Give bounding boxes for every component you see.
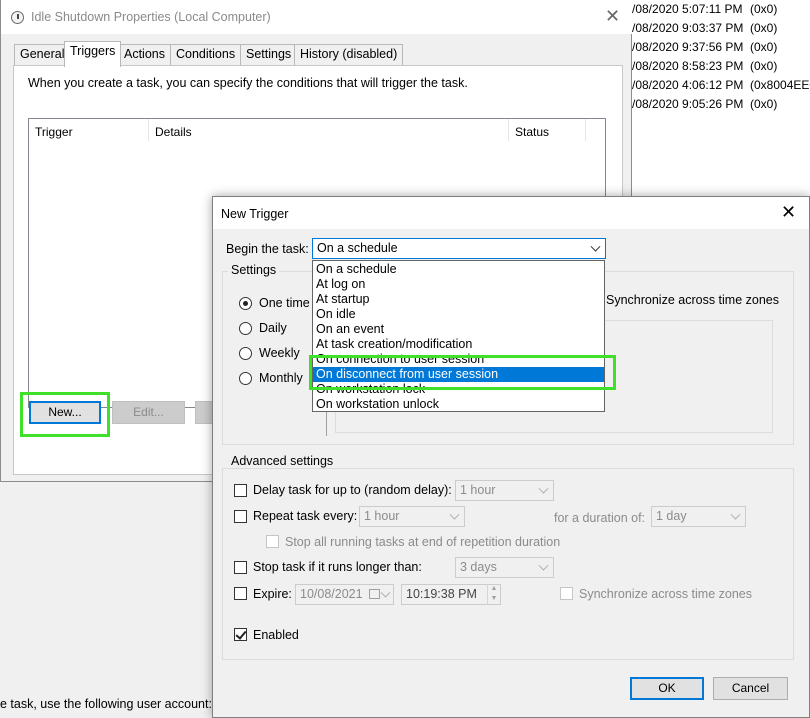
close-icon[interactable]: ✕ xyxy=(605,7,620,25)
one-time-label[interactable]: One time xyxy=(259,296,310,310)
weekly-radio[interactable] xyxy=(239,347,252,360)
column-trigger[interactable]: Trigger xyxy=(35,125,73,139)
duration-select[interactable]: 1 day xyxy=(651,506,746,527)
spin-down-icon[interactable]: ▼ xyxy=(488,594,500,604)
edit-trigger-button[interactable]: Edit... xyxy=(112,401,185,424)
history-date: /08/2020 4:06:12 PM xyxy=(632,78,744,92)
tab-actions[interactable]: Actions xyxy=(118,44,171,65)
history-code: (0x0) xyxy=(750,40,778,54)
chevron-down-icon xyxy=(538,560,549,571)
close-icon[interactable]: ✕ xyxy=(781,203,796,221)
tab-triggers[interactable]: Triggers xyxy=(64,41,122,67)
history-date: /08/2020 8:58:23 PM xyxy=(632,59,744,73)
weekly-label[interactable]: Weekly xyxy=(259,346,300,360)
tab-conditions[interactable]: Conditions xyxy=(170,44,242,65)
chevron-down-icon xyxy=(730,509,741,520)
delay-task-checkbox[interactable] xyxy=(234,484,247,497)
delay-value: 1 hour xyxy=(460,483,496,497)
dropdown-option[interactable]: On a schedule xyxy=(313,262,604,277)
duration-value: 1 day xyxy=(656,509,687,523)
stop-if-longer-value: 3 days xyxy=(460,560,497,574)
properties-title: Idle Shutdown Properties (Local Computer… xyxy=(31,10,271,24)
task-clock-icon xyxy=(11,11,24,24)
duration-label: for a duration of: xyxy=(554,511,646,525)
enabled-label[interactable]: Enabled xyxy=(253,628,299,642)
dropdown-option[interactable]: On workstation unlock xyxy=(313,397,604,412)
tab-settings[interactable]: Settings xyxy=(240,44,298,65)
background-account-text: e task, use the following user account: xyxy=(0,697,212,711)
column-status[interactable]: Status xyxy=(515,125,549,139)
history-code: (0x0) xyxy=(750,97,778,111)
new-button-highlight xyxy=(20,392,110,437)
one-time-radio[interactable] xyxy=(239,297,252,310)
history-code: (0x0) xyxy=(750,21,778,35)
dropdown-option[interactable]: At task creation/modification xyxy=(313,337,604,352)
column-details[interactable]: Details xyxy=(155,125,192,139)
spin-up-icon[interactable]: ▲ xyxy=(488,584,500,594)
expire-time-picker[interactable]: 10:19:38 PM ▲ ▼ xyxy=(401,584,501,605)
dialog-title: New Trigger xyxy=(221,207,289,221)
expire-checkbox[interactable] xyxy=(234,587,247,600)
expire-sync-label[interactable]: Synchronize across time zones xyxy=(579,587,752,601)
repeat-task-checkbox[interactable] xyxy=(234,510,247,523)
repeat-interval-value: 1 hour xyxy=(364,509,400,523)
history-code: (0x8004EE04 xyxy=(750,78,810,92)
expire-date-picker[interactable]: 10/08/2021 xyxy=(295,584,394,605)
properties-titlebar: Idle Shutdown Properties (Local Computer… xyxy=(1,0,632,34)
triggers-description: When you create a task, you can specify … xyxy=(28,76,468,90)
column-separator xyxy=(508,119,509,141)
expire-date-value: 10/08/2021 xyxy=(300,587,363,601)
history-date: /08/2020 5:07:11 PM xyxy=(632,2,743,16)
tab-general[interactable]: General xyxy=(14,44,71,65)
column-separator xyxy=(148,119,149,141)
expire-label[interactable]: Expire: xyxy=(253,587,292,601)
dropdown-option[interactable]: On an event xyxy=(313,322,604,337)
cancel-button[interactable]: Cancel xyxy=(713,677,788,700)
sync-time-zones-label[interactable]: Synchronize across time zones xyxy=(606,293,779,307)
advanced-settings-caption: Advanced settings xyxy=(228,454,337,468)
settings-caption: Settings xyxy=(228,263,280,277)
chevron-down-icon xyxy=(380,587,391,598)
expire-time-value: 10:19:38 PM xyxy=(406,587,477,601)
stop-if-longer-checkbox[interactable] xyxy=(234,561,247,574)
dropdown-option[interactable]: At log on xyxy=(313,277,604,292)
dropdown-option[interactable]: At startup xyxy=(313,292,604,307)
stop-if-longer-select[interactable]: 3 days xyxy=(455,557,554,578)
begin-task-value: On a schedule xyxy=(317,241,398,255)
repeat-task-label[interactable]: Repeat task every: xyxy=(253,509,357,523)
monthly-radio[interactable] xyxy=(239,372,252,385)
chevron-down-icon xyxy=(590,241,601,252)
expire-sync-checkbox[interactable] xyxy=(560,587,573,600)
history-code: (0x0) xyxy=(750,59,778,73)
daily-label[interactable]: Daily xyxy=(259,321,287,335)
begin-task-label: Begin the task: xyxy=(226,242,309,256)
tab-history[interactable]: History (disabled) xyxy=(294,44,404,65)
ok-button[interactable]: OK xyxy=(630,677,704,700)
history-date: /08/2020 9:05:26 PM xyxy=(632,97,744,111)
stop-all-tasks-label[interactable]: Stop all running tasks at end of repetit… xyxy=(285,535,560,549)
dropdown-option[interactable]: On idle xyxy=(313,307,604,322)
dialog-titlebar: New Trigger ✕ xyxy=(213,197,809,229)
history-date: /08/2020 9:03:37 PM xyxy=(632,21,744,35)
history-code: (0x0) xyxy=(750,2,778,16)
chevron-down-icon xyxy=(449,509,460,520)
column-separator xyxy=(585,119,586,141)
enabled-checkbox[interactable] xyxy=(234,628,247,641)
delay-task-label[interactable]: Delay task for up to (random delay): xyxy=(253,483,452,497)
history-date: /08/2020 9:37:56 PM xyxy=(632,40,744,54)
daily-radio[interactable] xyxy=(239,322,252,335)
stop-if-longer-label[interactable]: Stop task if it runs longer than: xyxy=(253,560,422,574)
calendar-icon[interactable] xyxy=(369,589,380,599)
disconnect-option-highlight xyxy=(309,355,616,390)
background-pane xyxy=(0,482,212,718)
delay-select[interactable]: 1 hour xyxy=(455,480,554,501)
time-spinner[interactable]: ▲ ▼ xyxy=(487,584,500,605)
monthly-label[interactable]: Monthly xyxy=(259,371,303,385)
stop-all-tasks-checkbox[interactable] xyxy=(266,535,279,548)
repeat-interval-select[interactable]: 1 hour xyxy=(359,506,465,527)
begin-task-select[interactable]: On a schedule xyxy=(312,238,606,259)
chevron-down-icon xyxy=(538,483,549,494)
